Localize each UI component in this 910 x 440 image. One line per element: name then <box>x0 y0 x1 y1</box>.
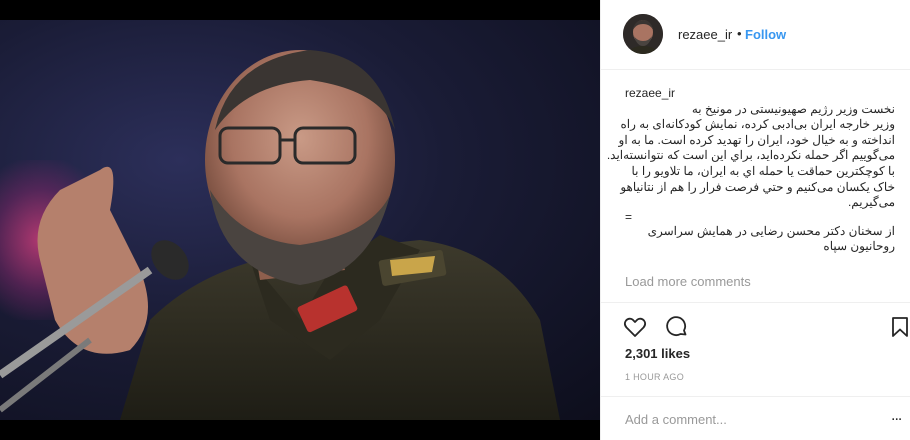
post-timestamp: 1 HOUR AGO <box>625 372 685 382</box>
comment-input[interactable] <box>625 409 875 429</box>
comment-icon[interactable] <box>665 315 689 339</box>
caption-line: با کوچکترین حماقت یا حمله اي به ایران، م… <box>631 163 896 178</box>
avatar[interactable] <box>623 14 663 54</box>
caption-line: می‌گوییم اگر حمله نکرده‌اید، براي این اس… <box>606 148 895 163</box>
likes-count[interactable]: 2,301 likes <box>625 346 690 361</box>
caption-line: وزیر خارجه ایران بی‌ادبی کرده، نمایش کود… <box>620 117 895 132</box>
bookmark-icon[interactable] <box>888 315 910 339</box>
more-options-icon[interactable]: ... <box>891 407 902 425</box>
comment-box: ... <box>601 396 910 440</box>
caption-footer-line: از سخنان دکتر محسن رضایی در همایش سراسری <box>647 223 895 238</box>
post-actions <box>601 302 910 352</box>
caption-line: خاک یکسان می‌کنیم و حتي فرصت فرار را هم … <box>620 179 895 194</box>
caption-footer-line: روحانیون سپاه <box>823 239 895 254</box>
caption-line: انداخته و به خیال خود، ایران را تهدید کر… <box>618 132 895 147</box>
speaker-illustration <box>0 50 560 420</box>
instagram-post-frame: rezaee_ir • Follow rezaee_ir نخست وزیر ر… <box>0 0 910 440</box>
post-caption: rezaee_ir نخست وزیر رژیم صهیونیستی در مو… <box>606 86 896 255</box>
caption-line: می‌گیریم. <box>847 195 895 210</box>
load-more-comments-link[interactable]: Load more comments <box>625 274 751 289</box>
caption-username[interactable]: rezaee_ir <box>625 86 895 102</box>
header-separator: • <box>737 26 742 41</box>
avatar-image <box>623 14 663 54</box>
heart-icon[interactable] <box>623 315 647 339</box>
follow-button[interactable]: Follow <box>745 27 786 42</box>
post-header: rezaee_ir • Follow <box>601 0 910 70</box>
post-details-panel: rezaee_ir • Follow rezaee_ir نخست وزیر ر… <box>600 0 910 440</box>
username-link[interactable]: rezaee_ir <box>678 27 732 42</box>
post-photo[interactable] <box>0 20 600 420</box>
caption-separator: = <box>625 209 633 224</box>
caption-line: نخست وزیر رژیم صهیونیستی در مونیخ به <box>691 101 895 116</box>
